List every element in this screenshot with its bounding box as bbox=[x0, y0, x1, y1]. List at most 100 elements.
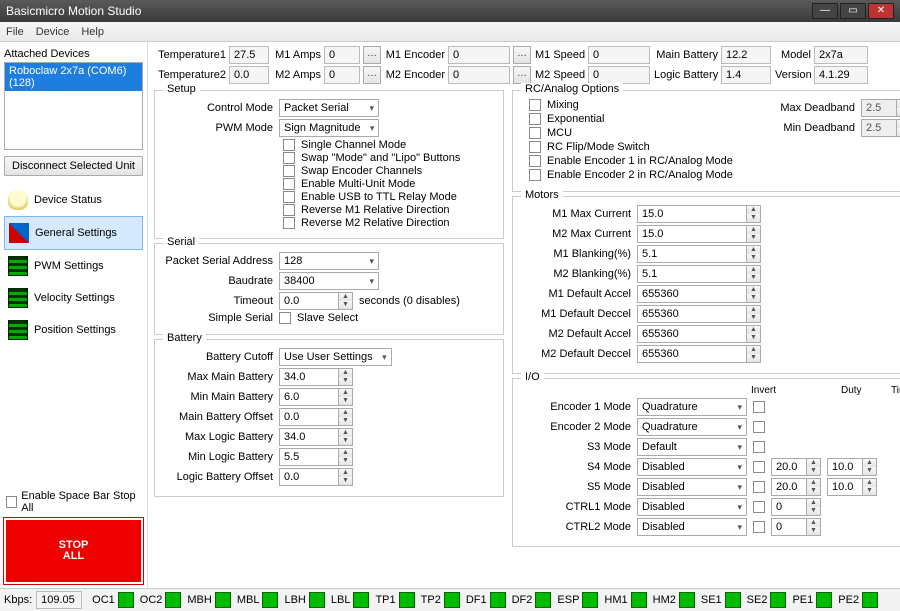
s4-invert-checkbox[interactable] bbox=[753, 461, 765, 473]
ctrl1-duty-input[interactable] bbox=[771, 498, 807, 516]
baudrate-select[interactable]: 38400 bbox=[279, 272, 379, 290]
title-bar: Basicmicro Motion Studio — ▭ ✕ bbox=[0, 0, 900, 22]
sidebar: Attached Devices Roboclaw 2x7a (COM6) (1… bbox=[0, 42, 148, 588]
status-led-df2: DF2 bbox=[512, 592, 552, 608]
velocity-icon bbox=[8, 288, 28, 308]
version-label: Version bbox=[775, 69, 811, 81]
usb-ttl-relay-checkbox[interactable] bbox=[283, 191, 295, 203]
m2enc-more-button[interactable]: … bbox=[513, 66, 531, 84]
status-led-df1: DF1 bbox=[466, 592, 506, 608]
single-channel-checkbox[interactable] bbox=[283, 139, 295, 151]
device-list[interactable]: Roboclaw 2x7a (COM6) (128) bbox=[4, 62, 143, 150]
m2-default-decel-input[interactable] bbox=[637, 345, 747, 363]
battery-cutoff-select[interactable]: Use User Settings bbox=[279, 348, 392, 366]
rc-flip-checkbox[interactable] bbox=[529, 141, 541, 153]
s4-duty-input[interactable] bbox=[771, 458, 807, 476]
m1amps-more-button[interactable]: … bbox=[363, 46, 381, 64]
s5-invert-checkbox[interactable] bbox=[753, 481, 765, 493]
encoder2-mode-select[interactable]: Quadrature bbox=[637, 418, 747, 436]
io-group: I/O InvertDutyTimeout Encoder 1 ModeQuad… bbox=[512, 378, 900, 547]
logic-battery-offset-input[interactable] bbox=[279, 468, 339, 486]
enable-enc1-rc-checkbox[interactable] bbox=[529, 155, 541, 167]
pwm-mode-select[interactable]: Sign Magnitude bbox=[279, 119, 379, 137]
position-icon bbox=[8, 320, 28, 340]
serial-timeout-input[interactable] bbox=[279, 292, 339, 310]
s3-mode-select[interactable]: Default bbox=[637, 438, 747, 456]
mixing-checkbox[interactable] bbox=[529, 99, 541, 111]
slave-select-checkbox[interactable] bbox=[279, 312, 291, 324]
m2enc-label: M2 Encoder bbox=[385, 69, 445, 81]
rc-analog-group: RC/Analog Options Mixing Exponential MCU… bbox=[512, 90, 900, 192]
menu-file[interactable]: File bbox=[6, 26, 24, 38]
m1enc-more-button[interactable]: … bbox=[513, 46, 531, 64]
led-icon bbox=[165, 592, 181, 608]
disconnect-button[interactable]: Disconnect Selected Unit bbox=[4, 156, 143, 176]
nav-device-status[interactable]: Device Status bbox=[4, 184, 143, 216]
max-main-battery-input[interactable] bbox=[279, 368, 339, 386]
s3-invert-checkbox[interactable] bbox=[753, 441, 765, 453]
device-list-item[interactable]: Roboclaw 2x7a (COM6) (128) bbox=[5, 63, 142, 91]
ctrl1-invert-checkbox[interactable] bbox=[753, 501, 765, 513]
m2-blanking-input[interactable] bbox=[637, 265, 747, 283]
s5-timeout-input[interactable] bbox=[827, 478, 863, 496]
main-battery-offset-input[interactable] bbox=[279, 408, 339, 426]
m2-max-current-input[interactable] bbox=[637, 225, 747, 243]
swap-buttons-checkbox[interactable] bbox=[283, 152, 295, 164]
max-logic-battery-input[interactable] bbox=[279, 428, 339, 446]
exponential-checkbox[interactable] bbox=[529, 113, 541, 125]
packet-address-select[interactable]: 128 bbox=[279, 252, 379, 270]
motors-group: Motors M1 Max Current▲▼ M2 Max Current▲▼… bbox=[512, 196, 900, 374]
logicbat-label: Logic Battery bbox=[654, 69, 718, 81]
m1-default-decel-input[interactable] bbox=[637, 305, 747, 323]
swap-encoders-checkbox[interactable] bbox=[283, 165, 295, 177]
status-led-lbl: LBL bbox=[331, 592, 370, 608]
maximize-button[interactable]: ▭ bbox=[840, 3, 866, 19]
led-icon bbox=[631, 592, 647, 608]
ctrl2-invert-checkbox[interactable] bbox=[753, 521, 765, 533]
multi-unit-checkbox[interactable] bbox=[283, 178, 295, 190]
status-led-hm1: HM1 bbox=[604, 592, 646, 608]
m2amps-more-button[interactable]: … bbox=[363, 66, 381, 84]
max-deadband-input bbox=[861, 99, 897, 117]
stop-all-button[interactable]: STOP ALL bbox=[4, 518, 143, 584]
mcu-checkbox[interactable] bbox=[529, 127, 541, 139]
nav-pwm-settings[interactable]: PWM Settings bbox=[4, 250, 143, 282]
enable-enc2-rc-checkbox[interactable] bbox=[529, 169, 541, 181]
ctrl1-mode-select[interactable]: Disabled bbox=[637, 498, 747, 516]
min-logic-battery-input[interactable] bbox=[279, 448, 339, 466]
s4-mode-select[interactable]: Disabled bbox=[637, 458, 747, 476]
version-value: 4.1.29 bbox=[814, 66, 868, 84]
encoder1-mode-select[interactable]: Quadrature bbox=[637, 398, 747, 416]
close-button[interactable]: ✕ bbox=[868, 3, 894, 19]
minimize-button[interactable]: — bbox=[812, 3, 838, 19]
spinner-arrows[interactable]: ▲▼ bbox=[339, 292, 353, 310]
nav-velocity-settings[interactable]: Velocity Settings bbox=[4, 282, 143, 314]
enc2-invert-checkbox[interactable] bbox=[753, 421, 765, 433]
enable-spacebar-stop-label: Enable Space Bar Stop All bbox=[21, 490, 141, 514]
nav-general-settings[interactable]: General Settings bbox=[4, 216, 143, 250]
m1-max-current-input[interactable] bbox=[637, 205, 747, 223]
menu-device[interactable]: Device bbox=[36, 26, 70, 38]
m1-blanking-input[interactable] bbox=[637, 245, 747, 263]
s4-timeout-input[interactable] bbox=[827, 458, 863, 476]
enc1-invert-checkbox[interactable] bbox=[753, 401, 765, 413]
ctrl2-duty-input[interactable] bbox=[771, 518, 807, 536]
serial-group: Serial Packet Serial Address128 Baudrate… bbox=[154, 243, 504, 335]
s5-duty-input[interactable] bbox=[771, 478, 807, 496]
control-mode-select[interactable]: Packet Serial bbox=[279, 99, 379, 117]
enable-spacebar-stop-checkbox[interactable] bbox=[6, 496, 17, 508]
reverse-m2-checkbox[interactable] bbox=[283, 217, 295, 229]
reverse-m1-checkbox[interactable] bbox=[283, 204, 295, 216]
led-icon bbox=[399, 592, 415, 608]
nav-position-settings[interactable]: Position Settings bbox=[4, 314, 143, 346]
status-led-tp1: TP1 bbox=[375, 592, 414, 608]
m1-default-accel-input[interactable] bbox=[637, 285, 747, 303]
min-main-battery-input[interactable] bbox=[279, 388, 339, 406]
menu-help[interactable]: Help bbox=[81, 26, 104, 38]
m2-default-accel-input[interactable] bbox=[637, 325, 747, 343]
s5-mode-select[interactable]: Disabled bbox=[637, 478, 747, 496]
m1speed-label: M1 Speed bbox=[535, 49, 585, 61]
m2speed-value: 0 bbox=[588, 66, 650, 84]
ctrl2-mode-select[interactable]: Disabled bbox=[637, 518, 747, 536]
status-led-se1: SE1 bbox=[701, 592, 741, 608]
